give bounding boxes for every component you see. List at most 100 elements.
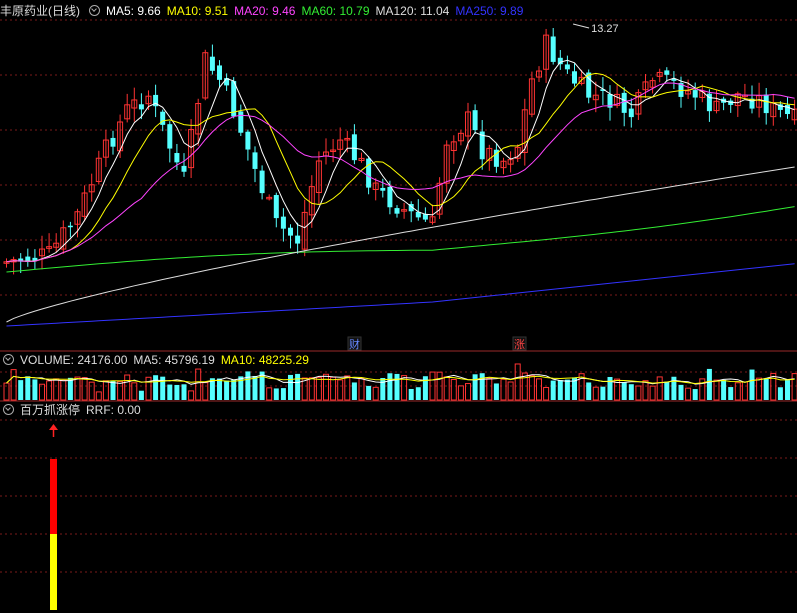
volume-bar	[586, 382, 592, 400]
volume-bar	[372, 386, 379, 401]
candle-body	[664, 70, 670, 75]
volume-bar	[131, 382, 138, 401]
volume-bar	[167, 384, 173, 400]
candle-body	[472, 110, 478, 131]
candle-body	[138, 104, 144, 110]
volume-bar	[102, 380, 109, 401]
candle-body	[628, 108, 634, 118]
volume-bar	[706, 368, 712, 400]
signal-bar-top	[50, 459, 57, 534]
volume-bar	[415, 387, 421, 400]
volume-bar	[557, 380, 563, 400]
volume-bar	[81, 377, 88, 401]
candle-body	[564, 64, 570, 70]
candle-body	[110, 137, 116, 147]
candle-body	[380, 187, 386, 191]
volume-bar	[351, 382, 357, 400]
volume-bar	[763, 378, 769, 400]
volume-bar	[635, 385, 642, 401]
candle-body	[387, 186, 393, 208]
volume-bar	[245, 371, 251, 400]
candle-body	[209, 56, 215, 71]
event-marker-1: 涨	[514, 338, 525, 351]
volume-bar	[110, 380, 116, 400]
volume-bar	[10, 369, 17, 401]
volume-bar	[380, 378, 386, 400]
volume-bar	[217, 378, 222, 400]
volume-bar	[536, 378, 542, 401]
volume-bar	[288, 374, 293, 400]
volume-bar	[366, 385, 372, 400]
volume-bar	[528, 375, 535, 401]
volume-bar	[550, 380, 556, 400]
volume-bar	[600, 386, 606, 400]
volume-bar	[224, 380, 230, 400]
volume-bar	[785, 380, 790, 400]
volume-bar	[500, 378, 507, 401]
volume-bar	[266, 387, 273, 401]
kline-chart[interactable]: 13.27 财 涨	[0, 0, 797, 613]
volume-bar	[543, 386, 550, 401]
candle-body	[174, 153, 180, 163]
volume-bar	[777, 387, 783, 400]
candle-body	[394, 208, 400, 214]
volume-bar	[408, 388, 414, 400]
volume-bar	[770, 372, 777, 401]
volume-bar	[649, 385, 656, 401]
ma60-line	[6, 206, 795, 273]
volume-bar	[202, 382, 209, 401]
volume-bar	[628, 384, 634, 400]
candle-body	[181, 165, 187, 172]
volume-bar	[124, 374, 131, 401]
volume-bar	[315, 376, 322, 401]
volume-bar	[486, 377, 493, 401]
volume-bar	[273, 388, 279, 400]
candle-body	[557, 57, 563, 65]
volume-bar	[457, 385, 464, 401]
volume-bar	[564, 379, 570, 400]
ma5-line	[6, 59, 795, 263]
candle-body	[259, 170, 265, 194]
volume-bar	[472, 374, 478, 400]
volume-bar	[394, 373, 400, 400]
event-marker-0: 财	[349, 337, 360, 351]
candle-body	[238, 111, 244, 133]
volume-bar	[656, 376, 663, 401]
ma10-line	[6, 72, 795, 263]
high-pointer	[572, 23, 590, 29]
volume-bar	[188, 390, 195, 401]
volume-bar	[252, 376, 258, 400]
candle-body	[231, 81, 237, 117]
volume-bar	[749, 369, 755, 400]
volume-bar	[95, 391, 102, 401]
candle-body	[67, 225, 73, 228]
volume-bar	[323, 373, 329, 401]
volume-bar	[685, 387, 692, 401]
candle-body	[351, 134, 357, 161]
candle-body	[763, 94, 769, 114]
volume-bar	[479, 373, 485, 400]
volume-bar	[713, 379, 720, 401]
volume-bar	[231, 379, 237, 400]
volume-bar	[74, 376, 81, 401]
volume-bar	[330, 376, 337, 401]
high-price-label: 13.27	[591, 23, 619, 35]
volume-bar	[174, 384, 180, 400]
volume-bar	[53, 378, 60, 401]
volume-bar	[195, 368, 202, 401]
volume-bar	[295, 373, 301, 400]
candle-body	[621, 92, 627, 113]
red-up-arrow-icon	[49, 424, 58, 430]
volume-bar	[39, 383, 45, 401]
volume-bar	[642, 380, 649, 401]
volume-bar	[67, 377, 73, 400]
candle-body	[550, 36, 556, 62]
candle-body	[280, 216, 286, 229]
volume-bar	[721, 379, 727, 400]
candle-body	[572, 71, 577, 84]
candle-body	[295, 235, 301, 244]
volume-bar	[117, 380, 124, 401]
volume-bar	[32, 379, 38, 400]
volume-bar	[358, 377, 365, 401]
volume-bar	[153, 375, 159, 400]
